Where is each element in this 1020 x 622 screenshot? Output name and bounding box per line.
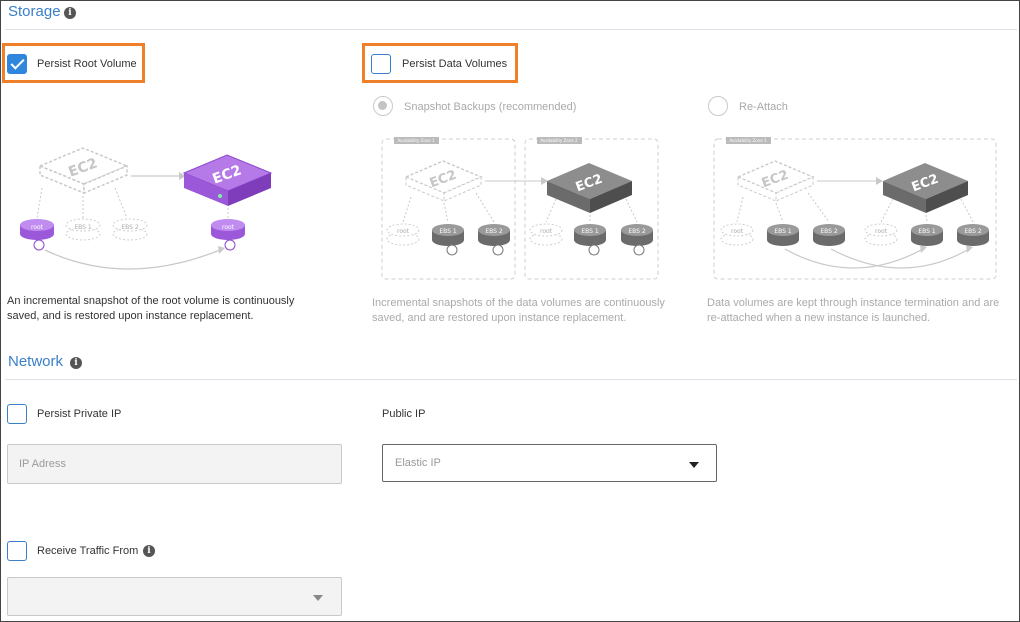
svg-text:root: root [875,228,888,235]
re-attach-description: Data volumes are kept through instance t… [707,297,1000,324]
persist-data-volumes-checkbox[interactable] [371,54,391,74]
persist-private-ip-label: Persist Private IP [37,408,122,420]
svg-text:root: root [540,228,553,235]
snapshot-backups-description: Incremental snapshots of the data volume… [372,297,665,324]
receive-traffic-select[interactable] [7,577,342,616]
persist-private-ip-checkbox[interactable] [7,404,27,424]
svg-text:EBS 2: EBS 2 [820,228,838,235]
root-volume-description: An incremental snapshot of the root volu… [7,295,295,322]
elastic-ip-placeholder: Elastic IP [395,457,441,469]
svg-text:root: root [731,228,744,235]
elastic-ip-caret-down-icon[interactable] [689,462,699,468]
svg-text:EBS 1: EBS 1 [918,228,936,235]
ip-address-input[interactable]: IP Adress [7,444,342,484]
receive-traffic-checkbox[interactable] [7,541,27,561]
svg-text:EBS 2: EBS 2 [485,228,503,235]
re-attach-radio[interactable] [708,96,728,116]
svg-text:EBS 1: EBS 1 [581,228,599,235]
root-volume-diagram: EC2 EC2 root EBS 1 EBS 2 root [20,147,273,270]
svg-text:EBS 2: EBS 2 [964,228,982,235]
persist-data-volumes-label: Persist Data Volumes [402,58,508,70]
svg-text:Availability Zone 2: Availability Zone 2 [540,138,578,143]
svg-text:Availability Zone 1: Availability Zone 1 [397,138,435,143]
storage-title: Storage [8,3,61,20]
storage-info-icon[interactable]: i [64,7,76,19]
receive-traffic-info-icon[interactable]: i [143,545,155,557]
network-title: Network [8,353,64,370]
svg-text:EBS 1: EBS 1 [774,228,792,235]
re-attach-diagram: Availability Zone 1 EC2 EC2 root EBS 1 E… [713,137,997,280]
elastic-ip-select[interactable]: Elastic IP [382,444,717,482]
snapshot-backups-radio[interactable] [373,96,393,116]
persist-root-volume-label: Persist Root Volume [37,58,137,70]
public-ip-label: Public IP [382,408,426,420]
svg-text:EBS 2: EBS 2 [121,224,139,231]
svg-text:root: root [222,224,235,231]
persist-root-volume-checkbox[interactable] [7,54,27,74]
availability-zone-box [713,138,997,280]
re-attach-label: Re-Attach [739,101,788,113]
svg-text:EBS 2: EBS 2 [628,228,646,235]
svg-text:root: root [397,228,410,235]
snapshot-backups-label: Snapshot Backups (recommended) [404,101,577,113]
network-info-icon[interactable]: i [70,357,82,369]
receive-traffic-caret-down-icon[interactable] [313,595,323,601]
svg-text:EBS 1: EBS 1 [74,224,92,231]
network-divider [5,379,1017,380]
receive-traffic-label: Receive Traffic From [37,545,139,557]
svg-text:root: root [31,224,44,231]
svg-text:Availability Zone 1: Availability Zone 1 [729,138,767,143]
snapshot-backups-diagram: Availability Zone 1 Availability Zone 2 … [381,137,659,280]
storage-divider [5,29,1017,30]
availability-zone-1-box [381,138,516,280]
svg-text:EBS 1: EBS 1 [439,228,457,235]
